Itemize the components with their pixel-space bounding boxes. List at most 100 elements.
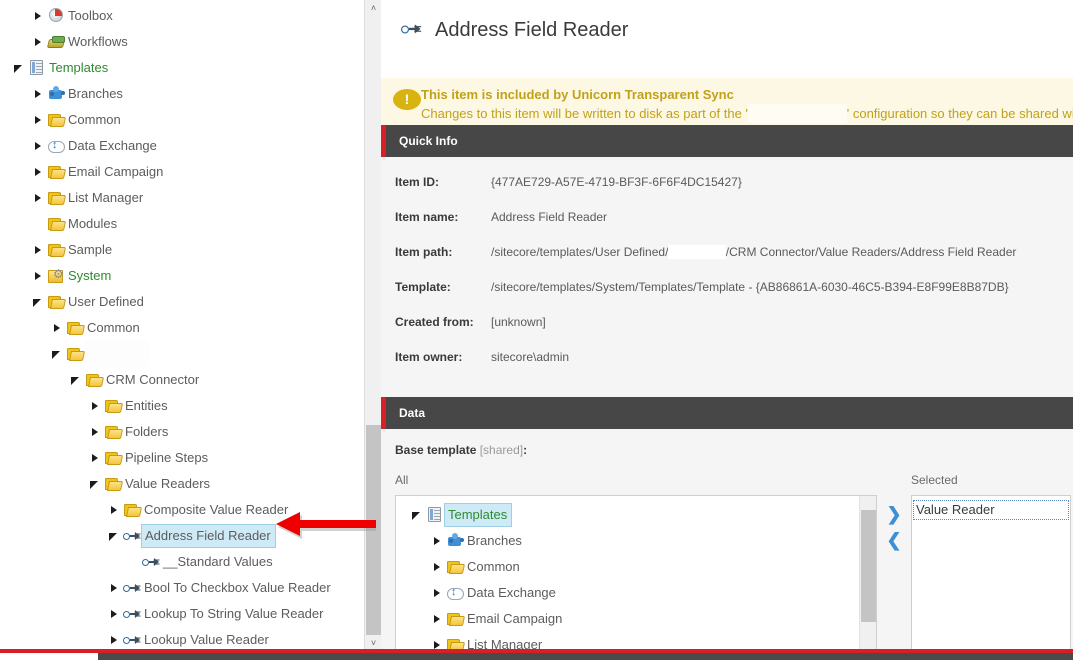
data-section-header[interactable]: Data	[381, 397, 1073, 429]
selected-templates-listbox[interactable]: Value Reader	[911, 495, 1071, 660]
collapse-arrow-icon[interactable]	[410, 502, 426, 528]
expand-arrow-icon[interactable]	[31, 263, 47, 289]
folder-icon	[104, 471, 122, 497]
page-title: Address Field Reader	[435, 19, 629, 41]
selected-column-header: Selected	[911, 473, 958, 487]
folder-icon	[104, 445, 122, 471]
tree-node[interactable]: Folders	[0, 419, 381, 445]
value-reader-icon	[123, 601, 141, 627]
scroll-up-arrow-icon[interactable]: ˄	[365, 0, 381, 17]
expand-arrow-icon[interactable]	[107, 575, 123, 601]
transfer-buttons: ❯ ❮	[877, 473, 911, 660]
quick-info-value: {477AE729-A57E-4719-BF3F-6F6F4DC15427}	[491, 175, 742, 189]
quick-info-label: Item path:	[395, 245, 453, 259]
item-path-before: /sitecore/templates/User Defined/	[491, 245, 669, 259]
expand-arrow-icon[interactable]	[31, 185, 47, 211]
tree-node[interactable]: Pipeline Steps	[0, 445, 381, 471]
tree-node[interactable]: System	[0, 263, 381, 289]
selected-template-item[interactable]: Value Reader	[913, 500, 1069, 520]
tree-node[interactable]: List Manager	[0, 185, 381, 211]
tree-node[interactable]: Sample	[0, 237, 381, 263]
branches-icon	[47, 81, 65, 107]
base-template-colon: :	[523, 443, 528, 457]
expand-arrow-icon[interactable]	[107, 601, 123, 627]
bottom-left-filler	[0, 653, 98, 660]
tree-node[interactable]: Lookup To String Value Reader	[0, 601, 381, 627]
tree-node[interactable]: Email Campaign	[396, 606, 876, 632]
folder-icon	[47, 289, 65, 315]
tree-node[interactable]: Composite Value Reader	[0, 497, 381, 523]
expand-arrow-icon[interactable]	[31, 133, 47, 159]
expand-arrow-icon[interactable]	[31, 81, 47, 107]
expand-arrow-icon[interactable]	[107, 497, 123, 523]
tree-node[interactable]: Templates	[0, 55, 381, 81]
tree-node[interactable]: Branches	[396, 528, 876, 554]
expand-arrow-icon[interactable]	[430, 580, 446, 606]
expand-arrow-icon[interactable]	[88, 445, 104, 471]
tree-node[interactable]: Toolbox	[0, 3, 381, 29]
collapse-arrow-icon[interactable]	[107, 523, 123, 549]
selected-column: Selected Value Reader	[911, 473, 1073, 660]
expand-arrow-icon[interactable]	[430, 554, 446, 580]
tree-node[interactable]: Entities	[0, 393, 381, 419]
tree-node[interactable]: Email Campaign	[0, 159, 381, 185]
all-listbox-scrollbar[interactable]	[859, 496, 876, 660]
value-reader-icon	[389, 17, 435, 43]
expand-arrow-icon[interactable]	[31, 107, 47, 133]
tree-node[interactable]: Modules	[0, 211, 381, 237]
tree-node-label: Entities	[125, 398, 168, 413]
tree-node[interactable]: Common	[396, 554, 876, 580]
tree-node-label: Branches	[68, 86, 123, 101]
tree-node-label: Composite Value Reader	[144, 502, 289, 517]
tree-node[interactable]: Branches	[0, 81, 381, 107]
all-scrollbar-thumb[interactable]	[861, 510, 876, 622]
expand-arrow-icon[interactable]	[31, 237, 47, 263]
remove-from-selected-button[interactable]: ❮	[877, 527, 911, 553]
folder-icon	[446, 606, 464, 632]
item-header: Address Field Reader	[381, 0, 1073, 78]
tree-node[interactable]: Workflows	[0, 29, 381, 55]
data-section-body: Base template [shared]: All Templates Bra…	[381, 429, 1073, 660]
quick-info-section-header[interactable]: Quick Info	[381, 125, 1073, 157]
all-templates-listbox[interactable]: Templates Branches Common Data Exchange Emai…	[395, 495, 877, 660]
toolbox-icon	[47, 3, 65, 29]
expand-arrow-icon[interactable]	[430, 528, 446, 554]
collapse-arrow-icon[interactable]	[31, 289, 47, 315]
expand-arrow-icon[interactable]	[31, 159, 47, 185]
collapse-arrow-icon[interactable]	[12, 55, 28, 81]
value-reader-icon	[123, 575, 141, 601]
tree-node-label: System	[68, 268, 112, 283]
collapse-arrow-icon[interactable]	[50, 341, 66, 367]
folder-icon	[47, 211, 65, 237]
tree-node[interactable]: CRM Connector	[0, 367, 381, 393]
tree-node[interactable]: __Standard Values	[0, 549, 381, 575]
tree-node[interactable]: Bool To Checkbox Value Reader	[0, 575, 381, 601]
add-to-selected-button[interactable]: ❯	[877, 501, 911, 527]
expand-arrow-icon[interactable]	[31, 3, 47, 29]
scrollbar-thumb[interactable]	[366, 425, 381, 637]
tree-node[interactable]: Value Readers	[0, 471, 381, 497]
tree-node[interactable]: Address Field Reader	[0, 523, 381, 549]
tree-node[interactable]: User Defined	[0, 289, 381, 315]
tree-node[interactable]: Common	[0, 315, 381, 341]
tree-node-label: Value Readers	[125, 476, 211, 491]
quick-info-value: /sitecore/templates/User Defined/EagleHi…	[491, 245, 1016, 259]
content-tree-scrollbar[interactable]: ˄ ˅	[364, 0, 381, 652]
base-template-picker: All Templates Branches Common Data Exchange…	[395, 473, 1073, 660]
expand-arrow-icon[interactable]	[50, 315, 66, 341]
tree-node[interactable]: Data Exchange	[396, 580, 876, 606]
tree-node[interactable]: EagleHills	[0, 341, 381, 367]
collapse-arrow-icon[interactable]	[69, 367, 85, 393]
banner-detail: Changes to this item will be written to …	[421, 104, 1073, 123]
tree-node[interactable]: Templates	[396, 502, 876, 528]
folder-icon	[104, 393, 122, 419]
expand-arrow-icon[interactable]	[88, 393, 104, 419]
tree-node[interactable]: Data Exchange	[0, 133, 381, 159]
collapse-arrow-icon[interactable]	[88, 471, 104, 497]
expand-arrow-icon[interactable]	[430, 606, 446, 632]
tree-node[interactable]: Common	[0, 107, 381, 133]
banner-config-name-redacted: EagleHills Public	[747, 104, 847, 123]
expand-arrow-icon[interactable]	[88, 419, 104, 445]
expand-arrow-icon[interactable]	[31, 29, 47, 55]
tree-node-label: Modules	[68, 216, 118, 231]
